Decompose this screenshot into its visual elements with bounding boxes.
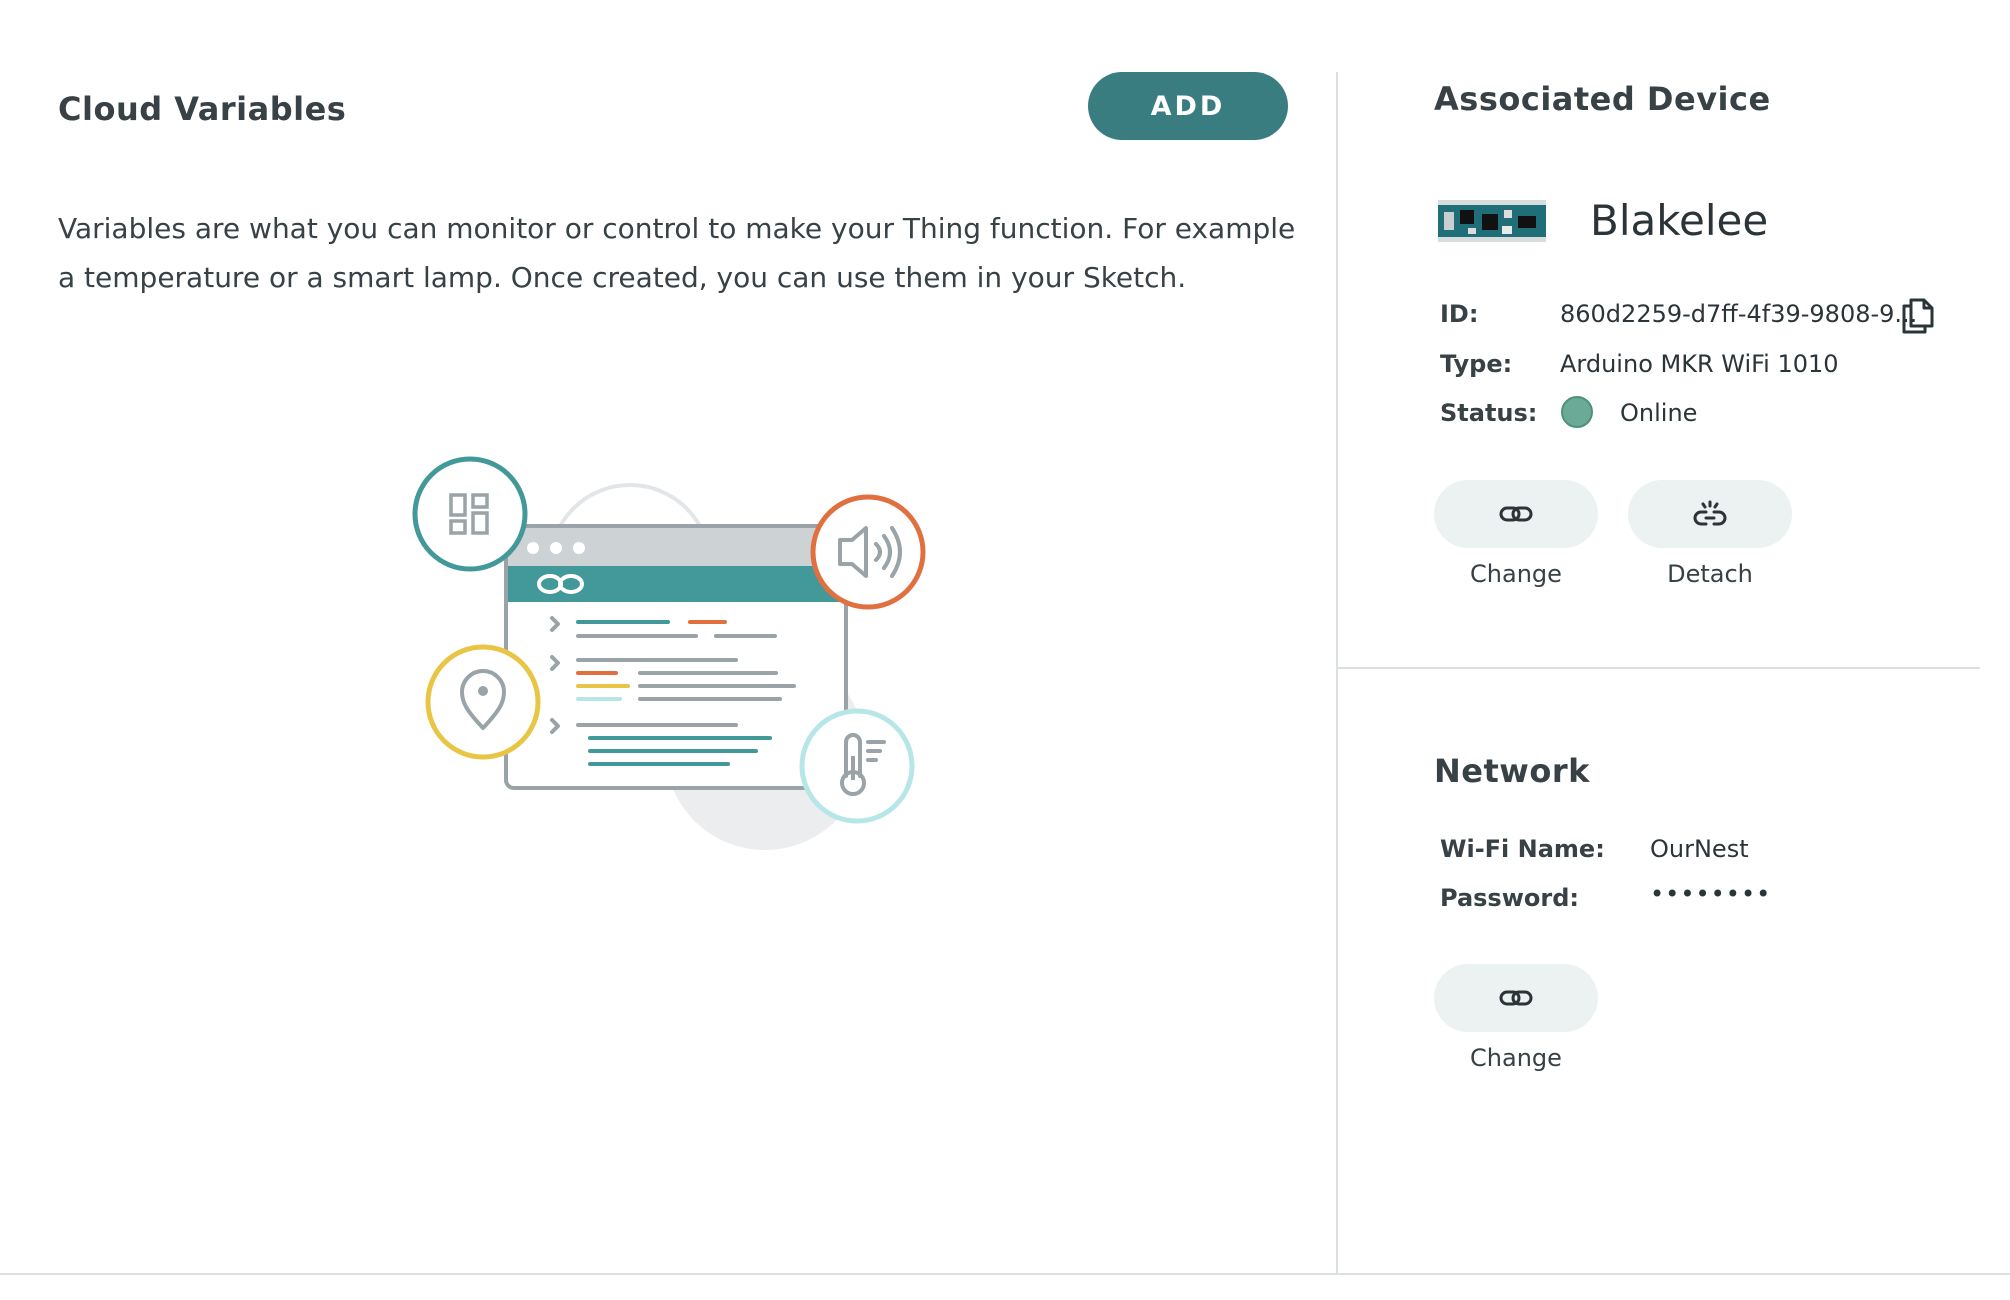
password-label: Password: — [1440, 884, 1579, 912]
change-network-label[interactable]: Change — [1434, 1044, 1598, 1072]
password-value: •••••••• — [1650, 880, 1772, 908]
device-network-panel — [1338, 0, 2010, 1274]
add-variable-button[interactable]: ADD — [1088, 72, 1288, 140]
device-type-label: Type: — [1440, 350, 1513, 378]
cloud-variables-title: Cloud Variables — [58, 90, 347, 128]
detach-device-label[interactable]: Detach — [1628, 560, 1792, 588]
device-name: Blakelee — [1590, 196, 1769, 245]
wifi-name-value: OurNest — [1650, 835, 1749, 863]
section-divider — [1338, 667, 1980, 669]
change-device-button[interactable] — [1434, 480, 1598, 548]
variables-illustration — [412, 456, 926, 850]
change-device-label[interactable]: Change — [1434, 560, 1598, 588]
copy-icon[interactable] — [1898, 296, 1938, 336]
cloud-variables-description: Variables are what you can monitor or co… — [58, 212, 1296, 294]
cloud-variables-panel: Cloud Variables ADD Variables are what y… — [0, 0, 1337, 1274]
device-status-label: Status: — [1440, 399, 1538, 427]
bottom-divider — [0, 1273, 2010, 1275]
network-title: Network — [1434, 752, 1590, 790]
device-id-value: 860d2259-d7ff-4f39-9808-9... — [1560, 300, 1918, 328]
device-id-label: ID: — [1440, 300, 1479, 328]
device-type-value: Arduino MKR WiFi 1010 — [1560, 350, 1839, 378]
wifi-name-label: Wi-Fi Name: — [1440, 835, 1605, 863]
change-network-button[interactable] — [1434, 964, 1598, 1032]
unlink-icon — [1693, 500, 1727, 526]
link-icon — [1499, 506, 1533, 522]
detach-device-button[interactable] — [1628, 480, 1792, 548]
device-status-value: Online — [1620, 399, 1698, 427]
link-icon — [1499, 990, 1533, 1006]
associated-device-title: Associated Device — [1434, 80, 1771, 118]
status-indicator — [1561, 396, 1593, 428]
device-board-image — [1438, 200, 1546, 242]
